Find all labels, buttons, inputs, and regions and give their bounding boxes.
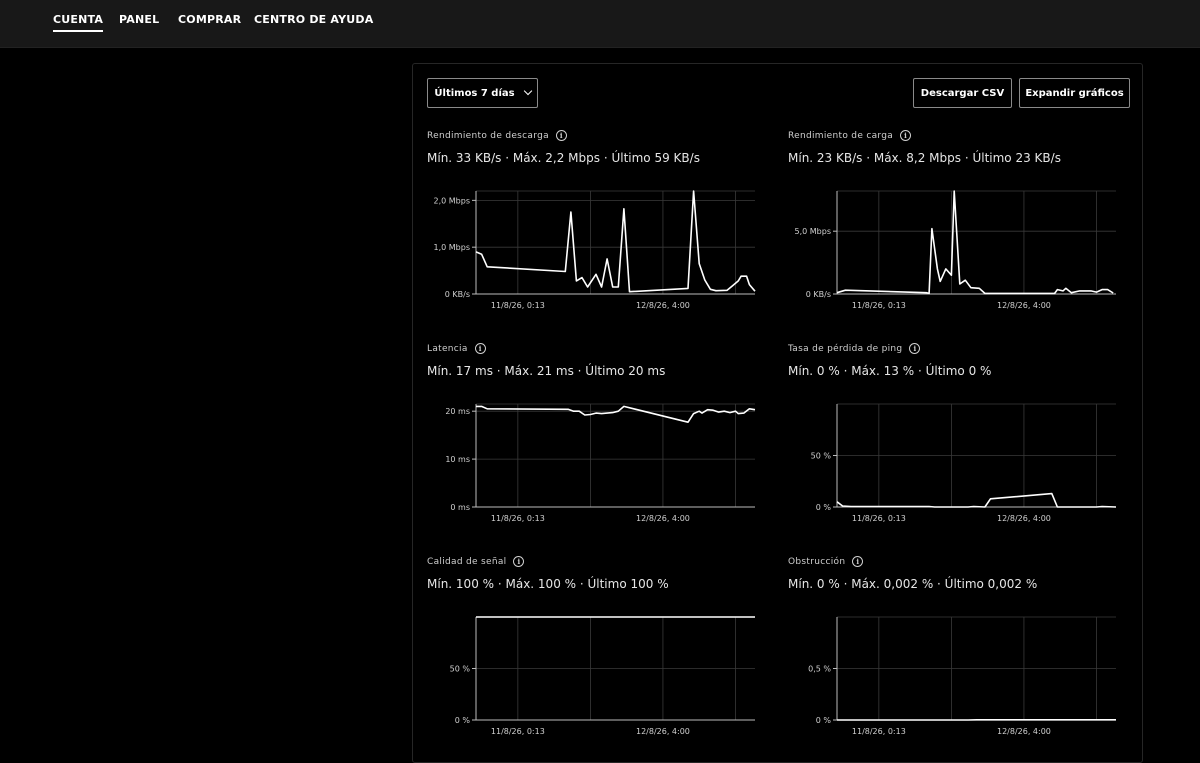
download-csv-button[interactable]: Descargar CSV	[913, 78, 1012, 108]
x-tick-label: 12/8/26, 4:00	[997, 727, 1051, 736]
y-tick-label: 0 KB/s	[806, 290, 831, 299]
obstruction-title-text: Obstrucción	[788, 557, 845, 567]
ping-loss-chart: 0 % 50 % 11/8/26, 0:13 12/8/26, 4:00	[788, 398, 1120, 529]
x-tick-label: 11/8/26, 0:13	[852, 301, 906, 310]
nav-comprar[interactable]: COMPRAR	[178, 13, 241, 26]
x-tick-label: 11/8/26, 0:13	[491, 514, 545, 523]
y-tick-label: 0,5 %	[808, 665, 831, 674]
y-tick-label: 0 %	[816, 503, 832, 512]
y-tick-label: 0 %	[816, 716, 832, 725]
x-tick-label: 12/8/26, 4:00	[997, 514, 1051, 523]
info-icon[interactable]: i	[852, 556, 863, 567]
expand-charts-button[interactable]: Expandir gráficos	[1019, 78, 1130, 108]
nav-cuenta[interactable]: CUENTA	[53, 13, 103, 26]
x-tick-label: 12/8/26, 4:00	[636, 301, 690, 310]
upload-title-text: Rendimiento de carga	[788, 131, 893, 141]
time-range-label: Últimos 7 días	[434, 88, 514, 99]
upload-series-line	[837, 191, 1113, 293]
upload-stats: Mín. 23 KB/s · Máx. 8,2 Mbps · Último 23…	[788, 151, 1061, 165]
ping-loss-title-text: Tasa de pérdida de ping	[788, 344, 902, 354]
signal-quality-stats: Mín. 100 % · Máx. 100 % · Último 100 %	[427, 577, 669, 591]
upload-title: Rendimiento de carga i	[788, 130, 911, 141]
top-navigation: CUENTA PANEL COMPRAR CENTRO DE AYUDA	[0, 0, 1200, 48]
y-tick-label: 20 ms	[445, 407, 470, 416]
info-icon[interactable]: i	[475, 343, 486, 354]
latency-stats: Mín. 17 ms · Máx. 21 ms · Último 20 ms	[427, 364, 665, 378]
info-icon[interactable]: i	[900, 130, 911, 141]
latency-title-text: Latencia	[427, 344, 468, 354]
x-tick-label: 12/8/26, 4:00	[636, 514, 690, 523]
statistics-panel: Últimos 7 días Descargar CSV Expandir gr…	[412, 63, 1143, 763]
y-tick-label: 50 %	[450, 665, 471, 674]
signal-quality-chart: 0 % 50 % 11/8/26, 0:13 12/8/26, 4:00	[427, 611, 759, 742]
x-tick-label: 12/8/26, 4:00	[997, 301, 1051, 310]
x-tick-label: 11/8/26, 0:13	[852, 727, 906, 736]
info-icon[interactable]: i	[513, 556, 524, 567]
y-tick-label: 10 ms	[445, 455, 470, 464]
latency-chart: 0 ms 10 ms 20 ms 11/8/26, 0:13 12/8/26, 4:00	[427, 398, 759, 529]
latency-title: Latencia i	[427, 343, 486, 354]
y-tick-label: 2,0 Mbps	[434, 196, 471, 205]
y-tick-label: 0 ms	[450, 503, 470, 512]
download-chart: 0 KB/s 1,0 Mbps 2,0 Mbps 11/8/26, 0:13 12/8/…	[427, 185, 759, 316]
time-range-dropdown[interactable]: Últimos 7 días	[427, 78, 538, 108]
signal-quality-title: Calidad de señal i	[427, 556, 524, 567]
info-icon[interactable]: i	[556, 130, 567, 141]
x-tick-label: 11/8/26, 0:13	[491, 301, 545, 310]
info-icon[interactable]: i	[909, 343, 920, 354]
download-title: Rendimiento de descarga i	[427, 130, 567, 141]
ping-loss-title: Tasa de pérdida de ping i	[788, 343, 920, 354]
signal-quality-title-text: Calidad de señal	[427, 557, 506, 567]
y-tick-label: 1,0 Mbps	[434, 243, 471, 252]
upload-chart: 0 KB/s 5,0 Mbps 11/8/26, 0:13 12/8/26, 4:00	[788, 185, 1120, 316]
obstruction-chart: 0 % 0,5 % 11/8/26, 0:13 12/8/26, 4:00	[788, 611, 1120, 742]
download-title-text: Rendimiento de descarga	[427, 131, 549, 141]
y-tick-label: 0 %	[455, 716, 471, 725]
y-tick-label: 50 %	[811, 452, 832, 461]
x-tick-label: 11/8/26, 0:13	[491, 727, 545, 736]
nav-panel[interactable]: PANEL	[119, 13, 159, 26]
nav-centro-de-ayuda[interactable]: CENTRO DE AYUDA	[254, 13, 373, 26]
chevron-down-icon	[523, 87, 531, 95]
y-tick-label: 5,0 Mbps	[795, 227, 832, 236]
x-tick-label: 12/8/26, 4:00	[636, 727, 690, 736]
obstruction-stats: Mín. 0 % · Máx. 0,002 % · Último 0,002 %	[788, 577, 1037, 591]
obstruction-title: Obstrucción i	[788, 556, 863, 567]
download-stats: Mín. 33 KB/s · Máx. 2,2 Mbps · Último 59…	[427, 151, 700, 165]
y-tick-label: 0 KB/s	[445, 290, 470, 299]
x-tick-label: 11/8/26, 0:13	[852, 514, 906, 523]
ping-loss-stats: Mín. 0 % · Máx. 13 % · Último 0 %	[788, 364, 991, 378]
